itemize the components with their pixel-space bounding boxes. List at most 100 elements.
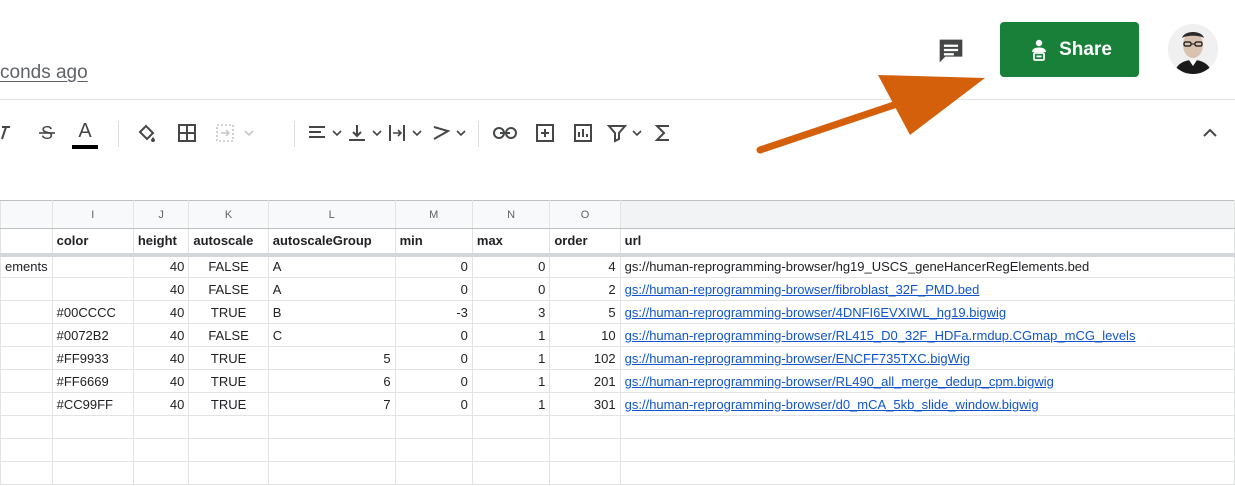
table-cell[interactable]: 40 xyxy=(132,323,190,347)
table-cell[interactable] xyxy=(471,438,551,462)
table-cell[interactable]: 40 xyxy=(132,346,190,370)
table-cell[interactable]: B xyxy=(267,300,396,324)
table-cell[interactable]: 40 xyxy=(132,300,190,324)
table-cell[interactable] xyxy=(619,438,1235,462)
strikethrough-icon[interactable]: S xyxy=(32,113,62,153)
table-cell[interactable] xyxy=(51,254,134,278)
table-cell[interactable] xyxy=(51,438,134,462)
table-cell[interactable]: 6 xyxy=(267,369,396,393)
table-cell[interactable] xyxy=(267,461,396,485)
table-cell[interactable] xyxy=(394,461,473,485)
table-cell[interactable]: C xyxy=(267,323,396,347)
column-header-i[interactable]: I xyxy=(51,200,134,229)
spreadsheet-grid[interactable]: IJKLMNO color height autoscale autoscaleGro… xyxy=(0,200,1235,486)
table-cell[interactable]: #0072B2 xyxy=(51,323,134,347)
table-cell[interactable]: 0 xyxy=(394,346,473,370)
table-cell[interactable]: 5 xyxy=(549,300,621,324)
table-cell[interactable] xyxy=(188,438,269,462)
table-cell[interactable]: 1 xyxy=(471,392,551,416)
url-cell[interactable]: gs://human-reprogramming-browser/d0_mCA_… xyxy=(619,392,1235,416)
table-cell[interactable] xyxy=(549,438,621,462)
table-cell[interactable]: TRUE xyxy=(188,346,269,370)
merge-cells-icon[interactable] xyxy=(212,113,262,153)
column-header-blank[interactable] xyxy=(619,200,1235,229)
table-cell[interactable] xyxy=(0,300,53,324)
table-cell[interactable]: TRUE xyxy=(188,300,269,324)
table-cell[interactable]: 0 xyxy=(471,254,551,278)
url-cell[interactable]: gs://human-reprogramming-browser/4DNFI6E… xyxy=(619,300,1235,324)
table-cell[interactable] xyxy=(132,438,190,462)
table-cell[interactable] xyxy=(188,415,269,439)
table-cell[interactable]: 7 xyxy=(267,392,396,416)
table-cell[interactable] xyxy=(267,415,396,439)
url-cell[interactable]: gs://human-reprogramming-browser/ENCFF73… xyxy=(619,346,1235,370)
table-cell[interactable]: 1 xyxy=(471,369,551,393)
table-cell[interactable]: 0 xyxy=(394,323,473,347)
insert-chart-icon[interactable] xyxy=(568,113,598,153)
table-cell[interactable]: FALSE xyxy=(188,323,269,347)
table-cell[interactable]: FALSE xyxy=(188,254,269,278)
table-cell[interactable] xyxy=(549,415,621,439)
functions-icon[interactable] xyxy=(648,113,678,153)
borders-icon[interactable] xyxy=(172,113,202,153)
table-cell[interactable] xyxy=(0,369,53,393)
text-color-icon[interactable]: A xyxy=(68,113,102,153)
italic-icon[interactable] xyxy=(0,113,12,153)
table-cell[interactable]: 0 xyxy=(394,369,473,393)
url-cell[interactable]: gs://human-reprogramming-browser/hg19_US… xyxy=(619,254,1235,278)
table-cell[interactable]: 40 xyxy=(132,369,190,393)
table-cell[interactable]: 0 xyxy=(394,392,473,416)
table-cell[interactable]: 40 xyxy=(132,277,190,301)
table-cell[interactable]: #FF9933 xyxy=(51,346,134,370)
column-header-o[interactable]: O xyxy=(549,200,621,229)
table-cell[interactable]: ements xyxy=(0,254,53,278)
table-cell[interactable]: 40 xyxy=(132,392,190,416)
insert-link-icon[interactable] xyxy=(490,113,520,153)
url-cell[interactable]: gs://human-reprogramming-browser/RL490_a… xyxy=(619,369,1235,393)
horizontal-align-icon[interactable] xyxy=(306,113,346,153)
table-cell[interactable]: A xyxy=(267,254,396,278)
vertical-align-icon[interactable] xyxy=(346,113,386,153)
header-cell[interactable]: url xyxy=(619,228,1235,257)
table-cell[interactable] xyxy=(0,277,53,301)
text-rotation-icon[interactable] xyxy=(430,113,470,153)
column-header-m[interactable]: M xyxy=(394,200,473,229)
share-button[interactable]: Share xyxy=(1000,22,1139,77)
header-cell[interactable]: autoscale xyxy=(188,228,269,257)
insert-comment-icon[interactable] xyxy=(530,113,560,153)
table-cell[interactable]: 40 xyxy=(132,254,190,278)
header-cell[interactable]: max xyxy=(471,228,551,257)
column-header-k[interactable]: K xyxy=(188,200,269,229)
table-cell[interactable]: 1 xyxy=(471,323,551,347)
table-cell[interactable]: 1 xyxy=(471,346,551,370)
table-cell[interactable]: #00CCCC xyxy=(51,300,134,324)
table-cell[interactable]: 3 xyxy=(471,300,551,324)
table-cell[interactable] xyxy=(51,461,134,485)
table-cell[interactable]: A xyxy=(267,277,396,301)
table-cell[interactable] xyxy=(619,461,1235,485)
last-edit-status-link[interactable]: conds ago xyxy=(0,62,88,84)
text-wrapping-icon[interactable] xyxy=(386,113,426,153)
user-avatar[interactable] xyxy=(1168,24,1218,74)
table-cell[interactable] xyxy=(0,461,53,485)
column-header-n[interactable]: N xyxy=(471,200,551,229)
table-cell[interactable]: 0 xyxy=(471,277,551,301)
header-cell[interactable]: color xyxy=(51,228,134,257)
create-filter-icon[interactable] xyxy=(606,113,646,153)
table-cell[interactable] xyxy=(471,415,551,439)
table-cell[interactable] xyxy=(0,323,53,347)
table-cell[interactable]: 301 xyxy=(549,392,621,416)
fill-color-icon[interactable] xyxy=(132,113,162,153)
comment-icon[interactable] xyxy=(934,34,968,68)
table-cell[interactable] xyxy=(51,415,134,439)
table-cell[interactable]: 10 xyxy=(549,323,621,347)
table-cell[interactable] xyxy=(394,415,473,439)
table-cell[interactable] xyxy=(0,415,53,439)
table-cell[interactable]: TRUE xyxy=(188,369,269,393)
column-header-blank[interactable] xyxy=(0,200,53,229)
table-cell[interactable] xyxy=(0,438,53,462)
url-cell[interactable]: gs://human-reprogramming-browser/RL415_D… xyxy=(619,323,1235,347)
table-cell[interactable] xyxy=(619,415,1235,439)
table-cell[interactable] xyxy=(51,277,134,301)
table-cell[interactable]: #CC99FF xyxy=(51,392,134,416)
